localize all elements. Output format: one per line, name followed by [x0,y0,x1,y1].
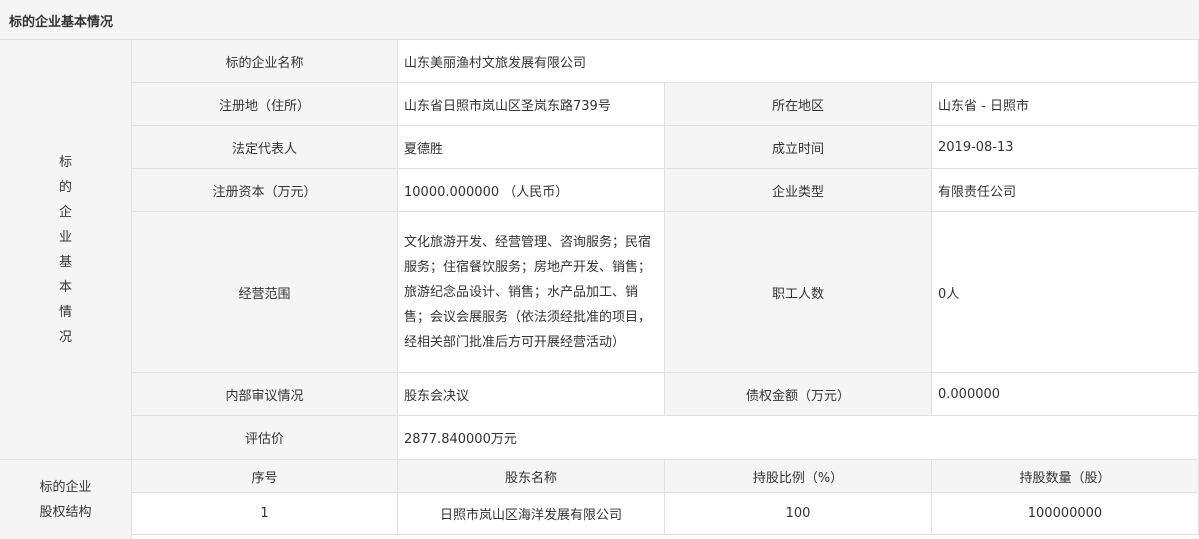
company-type-label: 企业类型 [665,169,932,212]
internal-review-value: 股东会决议 [398,373,665,416]
address-label: 注册地（住所） [132,83,398,126]
company-name-label: 标的企业名称 [132,40,398,83]
equity-side-label: 标的企业 股权结构 [0,460,132,539]
capital-label: 注册资本（万元） [132,169,398,212]
valuation-value: 2877.840000万元 [398,416,1199,460]
address-value: 山东省日照市岚山区圣岚东路739号 [398,83,665,126]
legal-rep-label: 法定代表人 [132,126,398,169]
section-title: 标的企业基本情况 [9,15,114,30]
equity-row-index: 1 [132,493,398,535]
region-label: 所在地区 [665,83,932,126]
business-scope-value: 文化旅游开发、经营管理、咨询服务；民宿服务；住宿餐饮服务；房地产开发、销售；旅游… [398,212,665,373]
basic-info-side-text: 标的企业基本情况 [58,154,72,345]
company-name-value: 山东美丽渔村文旅发展有限公司 [398,40,1199,83]
basic-info-side-label: 标的企业基本情况 [0,40,132,460]
equity-side-line2: 股权结构 [39,504,92,520]
debt-amount-value: 0.000000 [932,373,1199,416]
debt-amount-label: 债权金额（万元） [665,373,932,416]
region-value: 山东省 - 日照市 [932,83,1199,126]
valuation-label: 评估价 [132,416,398,460]
internal-review-label: 内部审议情况 [132,373,398,416]
equity-side-line1: 标的企业 [39,479,92,495]
section-title-bar: 标的企业基本情况 [0,0,1199,40]
equity-row-quantity: 100000000 [932,493,1199,535]
equity-row-shareholder: 日照市岚山区海洋发展有限公司 [398,493,665,535]
equity-header-index: 序号 [132,460,398,493]
equity-header-ratio: 持股比例（%） [665,460,932,493]
capital-value: 10000.000000 （人民币） [398,169,665,212]
employees-label: 职工人数 [665,212,932,373]
equity-row-ratio: 100 [665,493,932,535]
equity-header-quantity: 持股数量（股） [932,460,1199,493]
founded-value: 2019-08-13 [932,126,1199,169]
legal-rep-value: 夏德胜 [398,126,665,169]
business-scope-label: 经营范围 [132,212,398,373]
company-type-value: 有限责任公司 [932,169,1199,212]
employees-value: 0人 [932,212,1199,373]
founded-label: 成立时间 [665,126,932,169]
equity-header-shareholder: 股东名称 [398,460,665,493]
